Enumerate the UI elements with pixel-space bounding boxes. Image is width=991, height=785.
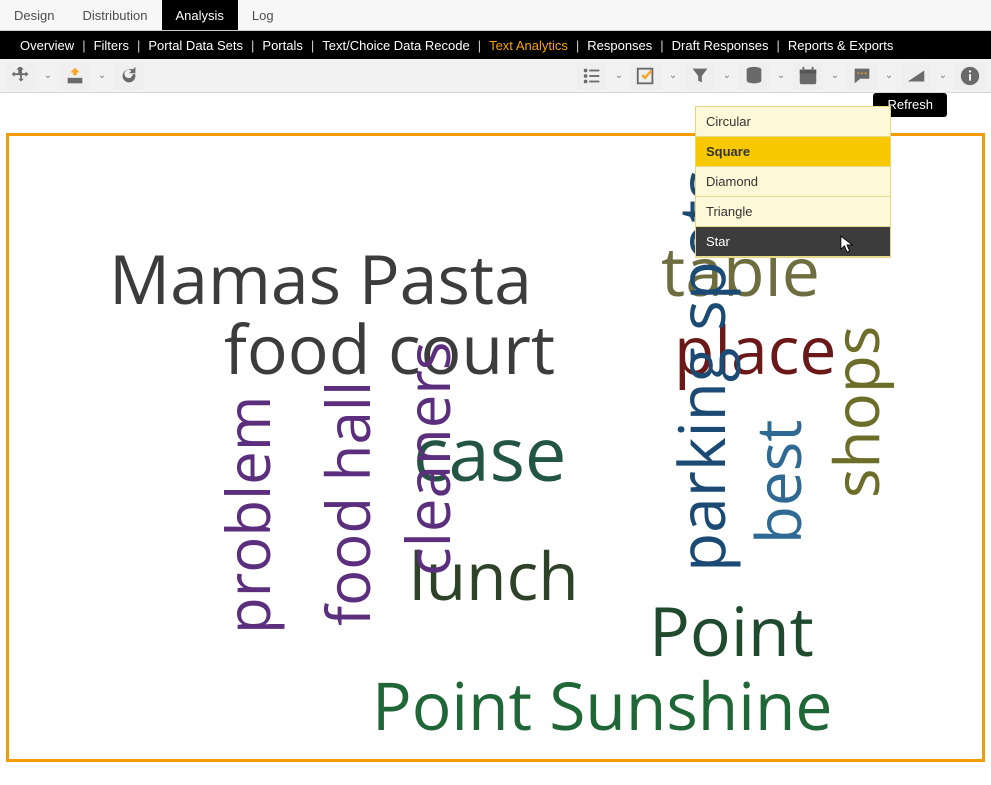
tab-log[interactable]: Log xyxy=(238,0,288,30)
shape-option-circular[interactable]: Circular xyxy=(696,107,890,137)
shape-option-label: Star xyxy=(706,234,730,249)
move-icon[interactable] xyxy=(6,62,36,90)
chevron-down-icon[interactable]: ⌄ xyxy=(611,70,627,81)
shape-option-diamond[interactable]: Diamond xyxy=(696,167,890,197)
funnel-icon[interactable] xyxy=(685,62,715,90)
tab-analysis[interactable]: Analysis xyxy=(162,0,238,30)
chat-icon[interactable] xyxy=(847,62,877,90)
toolbar: ⌄ ⌄ ⌄ ⌄ ⌄ ⌄ ⌄ ⌄ ⌄ xyxy=(0,59,991,93)
refresh-icon[interactable] xyxy=(114,62,144,90)
word-shops[interactable]: shops xyxy=(825,326,887,498)
subnav-recode[interactable]: Text/Choice Data Recode xyxy=(314,38,477,53)
shape-option-star[interactable]: Star xyxy=(696,227,890,257)
cursor-icon xyxy=(840,235,854,253)
word-cleaners[interactable]: cleaners xyxy=(397,341,457,576)
shape-option-square[interactable]: Square xyxy=(696,137,890,167)
chevron-down-icon[interactable]: ⌄ xyxy=(719,70,735,81)
chevron-down-icon[interactable]: ⌄ xyxy=(827,70,843,81)
wordcloud-frame: Circular Square Diamond Triangle Star Ma… xyxy=(6,133,985,762)
subnav-portal-data-sets[interactable]: Portal Data Sets xyxy=(140,38,251,53)
subnav-portals[interactable]: Portals xyxy=(254,38,310,53)
top-tab-bar: Design Distribution Analysis Log xyxy=(0,0,991,31)
slope-icon[interactable] xyxy=(901,62,931,90)
subnav-reports-exports[interactable]: Reports & Exports xyxy=(780,38,902,53)
word-problem[interactable]: problem xyxy=(217,396,277,634)
chevron-down-icon[interactable]: ⌄ xyxy=(881,70,897,81)
list-icon[interactable] xyxy=(577,62,607,90)
chevron-down-icon[interactable]: ⌄ xyxy=(94,70,110,81)
tab-distribution[interactable]: Distribution xyxy=(68,0,161,30)
chevron-down-icon[interactable]: ⌄ xyxy=(40,70,56,81)
word-point-sunshine[interactable]: Point Sunshine xyxy=(372,672,833,738)
analysis-subnav: Overview| Filters| Portal Data Sets| Por… xyxy=(0,31,991,59)
word-food-hall[interactable]: food hall xyxy=(317,381,377,626)
database-icon[interactable] xyxy=(739,62,769,90)
subnav-draft-responses[interactable]: Draft Responses xyxy=(664,38,777,53)
check-icon[interactable] xyxy=(631,62,661,90)
subnav-responses[interactable]: Responses xyxy=(579,38,660,53)
export-icon[interactable] xyxy=(60,62,90,90)
chevron-down-icon[interactable]: ⌄ xyxy=(773,70,789,81)
info-icon[interactable] xyxy=(955,62,985,90)
shape-menu: Circular Square Diamond Triangle Star xyxy=(695,106,891,258)
word-point[interactable]: Point xyxy=(649,596,814,664)
content-area: Refresh Circular Square Diamond Triangle… xyxy=(0,93,991,785)
subnav-text-analytics[interactable]: Text Analytics xyxy=(481,38,576,53)
subnav-overview[interactable]: Overview xyxy=(12,38,82,53)
chevron-down-icon[interactable]: ⌄ xyxy=(665,70,681,81)
tab-design[interactable]: Design xyxy=(0,0,68,30)
shape-option-triangle[interactable]: Triangle xyxy=(696,197,890,227)
chevron-down-icon[interactable]: ⌄ xyxy=(935,70,951,81)
word-best[interactable]: best xyxy=(747,420,809,544)
subnav-filters[interactable]: Filters xyxy=(86,38,137,53)
calendar-icon[interactable] xyxy=(793,62,823,90)
